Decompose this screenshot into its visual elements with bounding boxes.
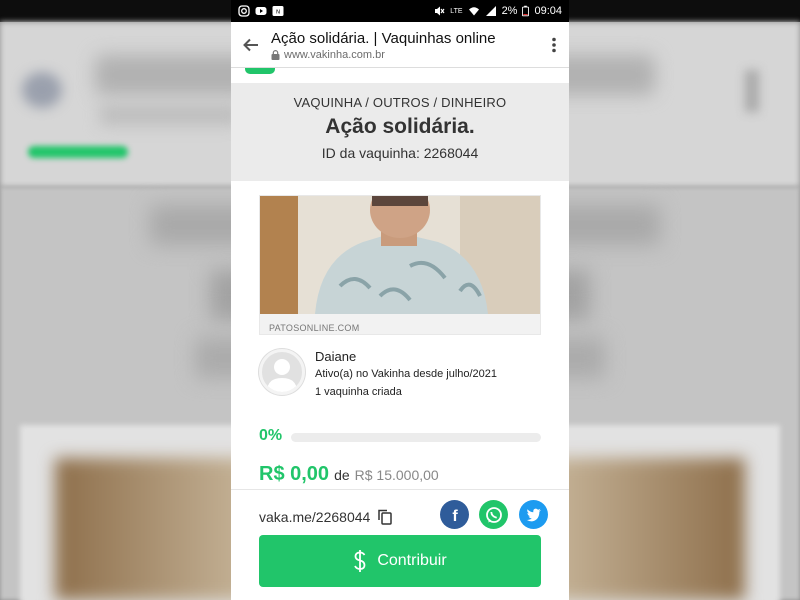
battery-icon xyxy=(522,5,530,17)
svg-text:N: N xyxy=(276,10,280,16)
page-content: VAQUINHA / OUTROS / DINHEIRO Ação solidá… xyxy=(231,68,569,600)
twitter-share-button[interactable] xyxy=(519,500,548,529)
battery-percent: 2% xyxy=(501,5,518,17)
back-button[interactable] xyxy=(231,22,271,68)
preview-image xyxy=(260,196,540,314)
preview-source: PATOSONLINE.COM xyxy=(269,323,360,333)
network-label: LTE xyxy=(450,7,463,15)
browser-toolbar: Ação solidária. | Vaquinhas online www.v… xyxy=(231,22,569,68)
amounts: R$ 0,00 de R$ 15.000,00 xyxy=(259,463,439,486)
bg-green-shape xyxy=(28,146,128,158)
bg-back-shape xyxy=(22,72,62,108)
lock-icon xyxy=(271,50,280,60)
back-arrow-icon xyxy=(243,38,258,51)
creator-name[interactable]: Daiane xyxy=(315,349,356,364)
campaign-title: Ação solidária. xyxy=(325,115,475,138)
amount-goal: R$ 15.000,00 xyxy=(354,467,439,483)
address-block[interactable]: Ação solidária. | Vaquinhas online www.v… xyxy=(271,28,539,61)
copy-icon[interactable] xyxy=(378,509,393,525)
whatsapp-icon xyxy=(485,506,502,523)
wifi-icon xyxy=(468,7,479,16)
bg-url-shape xyxy=(100,105,240,125)
whatsapp-share-button[interactable] xyxy=(479,500,508,529)
signal-icon xyxy=(485,6,496,16)
creator-info: Daiane Ativo(a) no Vakinha desde julho/2… xyxy=(259,347,541,407)
nfc-icon: N xyxy=(272,6,284,16)
progress: 0% xyxy=(259,427,541,447)
status-bar: N LTE 2% 09:04 xyxy=(231,0,569,22)
status-bar-right: LTE 2% 09:04 xyxy=(433,5,562,17)
campaign-header: VAQUINHA / OUTROS / DINHEIRO Ação solidá… xyxy=(231,83,569,161)
dollar-icon xyxy=(354,550,366,572)
action-bar: vaka.me/2268044 f Contribuir xyxy=(231,489,569,600)
status-bar-left: N xyxy=(238,5,284,17)
preview-photo xyxy=(260,196,540,314)
phone-screen: N LTE 2% 09:04 Ação solidária. | Vaquinh… xyxy=(231,0,569,600)
facebook-icon: f xyxy=(452,508,458,523)
campaign-card: PATOSONLINE.COM Daiane Ativo(a) no Vakin… xyxy=(231,181,569,493)
progress-bar xyxy=(291,433,541,442)
user-placeholder-icon xyxy=(267,359,297,392)
url-row: www.vakinha.com.br xyxy=(271,49,539,61)
url-text: www.vakinha.com.br xyxy=(284,49,385,61)
progress-percent: 0% xyxy=(259,427,283,444)
page-title: Ação solidária. | Vaquinhas online xyxy=(271,30,496,47)
more-menu-button[interactable] xyxy=(539,22,569,68)
campaign-id: ID da vaquinha: 2268044 xyxy=(321,145,479,161)
instagram-icon xyxy=(238,5,250,17)
breadcrumb[interactable]: VAQUINHA / OUTROS / DINHEIRO xyxy=(231,95,569,110)
creator-since: Ativo(a) no Vakinha desde julho/2021 xyxy=(315,368,498,380)
more-vert-icon xyxy=(552,37,556,52)
creator-campaign-count: 1 vaquinha criada xyxy=(315,386,402,398)
top-strip xyxy=(231,68,569,83)
svg-text:f: f xyxy=(452,508,458,523)
bg-menu-shape xyxy=(745,70,759,112)
youtube-icon xyxy=(255,7,267,15)
amount-raised: R$ 0,00 xyxy=(259,463,330,485)
mute-icon xyxy=(435,6,445,16)
green-tab-indicator xyxy=(245,68,275,74)
short-url: vaka.me/2268044 xyxy=(259,509,371,525)
contribute-button[interactable]: Contribuir xyxy=(259,535,541,587)
contribute-label: Contribuir xyxy=(377,552,447,569)
clock: 09:04 xyxy=(534,5,562,17)
avatar xyxy=(259,349,305,395)
facebook-share-button[interactable]: f xyxy=(440,500,469,529)
share-link[interactable]: vaka.me/2268044 xyxy=(259,509,393,525)
link-preview[interactable]: PATOSONLINE.COM xyxy=(259,195,541,335)
amount-connector: de xyxy=(334,467,350,483)
twitter-icon xyxy=(526,508,541,521)
